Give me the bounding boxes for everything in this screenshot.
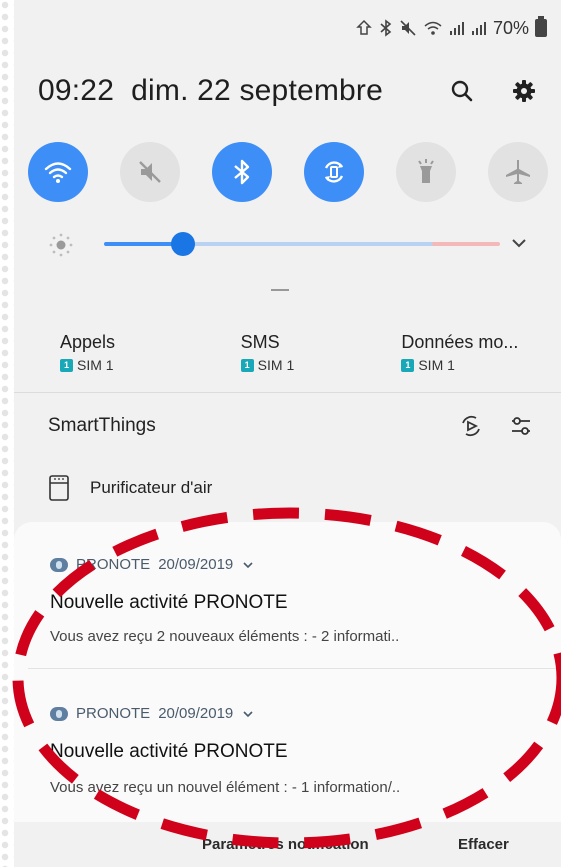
- notification-body: Vous avez reçu un nouvel élément : - 1 i…: [50, 779, 401, 796]
- smartthings-scan-icon[interactable]: [459, 414, 483, 438]
- mute-icon: [139, 161, 161, 183]
- air-purifier-icon: [49, 475, 69, 501]
- brightness-icon: [49, 233, 73, 257]
- clock-time[interactable]: 09:22: [38, 74, 114, 107]
- signal-icon: [449, 22, 464, 35]
- device-name: Purificateur d'air: [90, 478, 213, 497]
- battery-percent: 70%: [492, 17, 529, 38]
- bluetooth-icon: [234, 159, 250, 185]
- sim-tile-sms[interactable]: SMS 1 SIM 1: [209, 332, 390, 373]
- sim-label: SIM 1: [418, 357, 455, 373]
- brightness-control: [38, 222, 538, 266]
- wifi-toggle[interactable]: [28, 142, 88, 202]
- brightness-slider[interactable]: [104, 242, 500, 246]
- divider: [14, 392, 561, 393]
- panel-handle[interactable]: [271, 289, 289, 291]
- sim-settings: Appels 1 SIM 1 SMS 1 SIM 1 Données mo... 1…: [60, 332, 550, 373]
- bluetooth-toggle[interactable]: [212, 142, 272, 202]
- notification-title: Nouvelle activité PRONOTE: [50, 741, 288, 762]
- notification-app-name: PRONOTE: [76, 556, 151, 573]
- airplane-toggle[interactable]: [488, 142, 548, 202]
- notification-item[interactable]: PRONOTE 20/09/2019 Nouvelle activité PRO…: [14, 522, 561, 668]
- mute-icon: [400, 20, 416, 36]
- notification-header: PRONOTE 20/09/2019: [50, 705, 255, 722]
- notification-date: 20/09/2019: [158, 556, 234, 573]
- sim-icon: 1: [60, 358, 73, 372]
- sim-tile-title: Appels: [60, 332, 116, 352]
- screenshot-edge: [0, 0, 14, 867]
- sim-label: SIM 1: [257, 357, 295, 373]
- smartthings-header: SmartThings: [48, 414, 533, 438]
- auto-rotate-icon: [324, 161, 344, 183]
- settings-button[interactable]: [507, 74, 541, 108]
- sync-icon: [356, 19, 372, 35]
- status-bar: 70%: [355, 14, 547, 42]
- chevron-down-icon[interactable]: [508, 232, 530, 254]
- wifi-icon: [44, 162, 72, 183]
- notification-app-name: PRONOTE: [76, 705, 151, 722]
- chevron-down-icon[interactable]: [241, 558, 255, 572]
- auto-rotate-toggle[interactable]: [304, 142, 364, 202]
- notification-date: 20/09/2019: [158, 705, 234, 722]
- quick-toggles: [28, 142, 548, 202]
- gear-icon: [513, 80, 535, 102]
- flashlight-icon: [418, 159, 434, 183]
- brightness-slider-thumb[interactable]: [171, 232, 196, 256]
- smartthings-settings-icon[interactable]: [509, 414, 533, 438]
- notification-item[interactable]: PRONOTE 20/09/2019 Nouvelle activité PRO…: [14, 669, 561, 822]
- pronote-app-icon: [50, 706, 68, 721]
- smartthings-device[interactable]: Purificateur d'air: [48, 474, 212, 502]
- bluetooth-icon: [380, 19, 392, 37]
- sim-label: SIM 1: [77, 357, 114, 373]
- airplane-icon: [506, 160, 530, 184]
- notification-header: PRONOTE 20/09/2019: [50, 556, 255, 573]
- smartthings-title: SmartThings: [48, 415, 156, 436]
- sound-toggle[interactable]: [120, 142, 180, 202]
- pronote-app-icon: [50, 557, 68, 572]
- time-date: 09:22 dim. 22 septembre: [38, 74, 383, 108]
- chevron-down-icon[interactable]: [241, 707, 255, 721]
- flashlight-toggle[interactable]: [396, 142, 456, 202]
- notification-footer: Paramètres notification Effacer: [14, 822, 561, 867]
- date-text[interactable]: dim. 22 septembre: [131, 74, 383, 107]
- clear-notifications-button[interactable]: Effacer: [458, 836, 509, 853]
- battery-icon: [535, 16, 547, 37]
- notification-body: Vous avez reçu 2 nouveaux éléments : - 2…: [50, 628, 400, 645]
- search-button[interactable]: [445, 74, 479, 108]
- panel-header: 09:22 dim. 22 septembre: [38, 74, 541, 108]
- signal-icon: [471, 22, 486, 35]
- sim-tile-title: SMS: [240, 332, 280, 352]
- wifi-icon: [424, 21, 442, 35]
- search-icon: [451, 80, 473, 102]
- sim-icon: 1: [240, 358, 254, 372]
- sim-tile-title: Données mo...: [401, 332, 519, 352]
- notification-settings-button[interactable]: Paramètres notification: [202, 836, 369, 853]
- sim-tile-data[interactable]: Données mo... 1 SIM 1: [389, 332, 550, 373]
- notifications-card: PRONOTE 20/09/2019 Nouvelle activité PRO…: [14, 522, 561, 822]
- sim-tile-calls[interactable]: Appels 1 SIM 1: [60, 332, 209, 373]
- sim-icon: 1: [401, 358, 415, 372]
- notification-title: Nouvelle activité PRONOTE: [50, 592, 288, 613]
